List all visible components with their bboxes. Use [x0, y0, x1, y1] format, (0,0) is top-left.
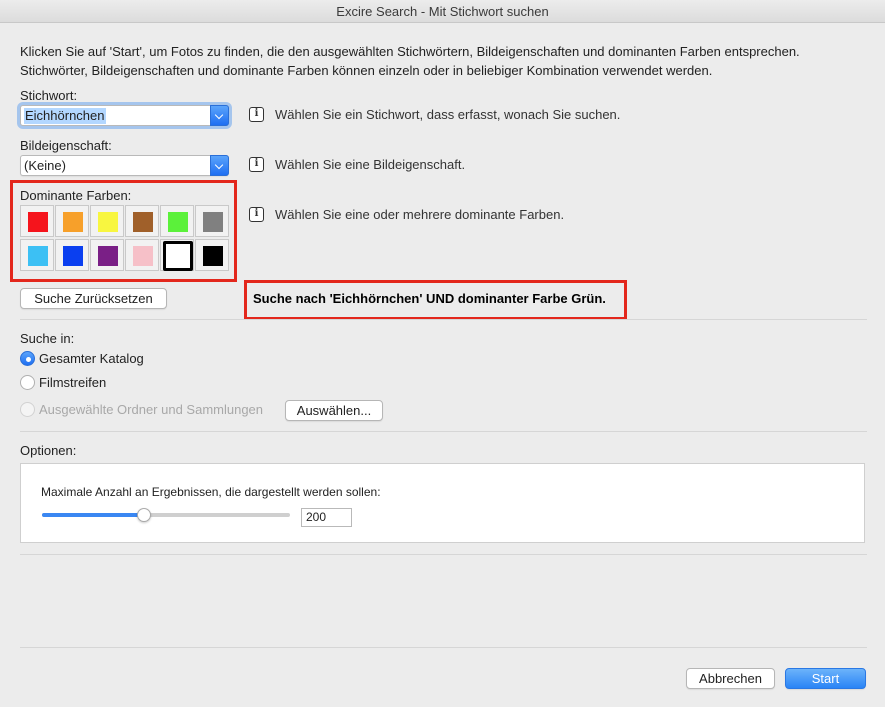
separator [20, 431, 867, 432]
property-value: (Keine) [24, 158, 66, 173]
info-icon: i [249, 107, 264, 122]
keyword-value: Eichhörnchen [24, 108, 106, 124]
color-swatch-grid [20, 205, 230, 271]
color-swatch[interactable] [90, 205, 124, 237]
radio-folders [20, 402, 35, 417]
radio-filmstrip[interactable] [20, 375, 35, 390]
separator [20, 319, 867, 320]
info-icon: i [249, 157, 264, 172]
keyword-hint: Wählen Sie ein Stichwort, dass erfasst, … [275, 107, 621, 122]
color-swatch[interactable] [160, 205, 194, 237]
radio-catalog[interactable] [20, 351, 35, 366]
swatch-color [28, 246, 48, 266]
color-swatch[interactable] [20, 205, 54, 237]
swatch-color [133, 212, 153, 232]
chevron-down-icon[interactable] [210, 105, 229, 126]
options-panel: Maximale Anzahl an Ergebnissen, die darg… [20, 463, 865, 543]
color-swatch[interactable] [125, 239, 159, 271]
swatch-color [133, 246, 153, 266]
property-label: Bildeigenschaft: [20, 138, 112, 153]
swatch-color [63, 246, 83, 266]
swatch-color [98, 212, 118, 232]
max-results-slider-fill [42, 513, 144, 517]
selected-swatch-ring [163, 241, 193, 271]
swatch-color [98, 246, 118, 266]
color-swatch[interactable] [90, 239, 124, 271]
search-status-text: Suche nach 'Eichhörnchen' UND dominanter… [253, 291, 606, 306]
color-swatch[interactable] [195, 205, 229, 237]
swatch-color [63, 212, 83, 232]
color-swatch[interactable] [55, 205, 89, 237]
radio-filmstrip-label[interactable]: Filmstreifen [39, 375, 106, 390]
max-results-field[interactable]: 200 [301, 508, 352, 527]
info-icon: i [249, 207, 264, 222]
property-combobox[interactable]: (Keine) [20, 155, 229, 176]
swatch-color [168, 212, 188, 232]
color-swatch[interactable] [55, 239, 89, 271]
keyword-label: Stichwort: [20, 88, 78, 103]
max-results-slider-handle[interactable] [136, 508, 151, 522]
intro-text: Klicken Sie auf 'Start', um Fotos zu fin… [20, 42, 870, 80]
intro-line-1: Klicken Sie auf 'Start', um Fotos zu fin… [20, 44, 800, 59]
color-swatch[interactable] [160, 239, 194, 271]
swatch-color [203, 212, 223, 232]
separator [20, 554, 867, 555]
swatch-color [203, 246, 223, 266]
swatch-color [169, 246, 187, 266]
colors-label: Dominante Farben: [20, 188, 132, 203]
intro-line-2: Stichwörter, Bildeigenschaften und domin… [20, 63, 713, 78]
color-swatch[interactable] [20, 239, 54, 271]
radio-folders-label: Ausgewählte Ordner und Sammlungen [39, 402, 264, 417]
keyword-combobox[interactable]: Eichhörnchen [20, 105, 229, 126]
color-swatch[interactable] [195, 239, 229, 271]
select-folders-button[interactable]: Auswählen... [285, 400, 383, 421]
color-swatch[interactable] [125, 205, 159, 237]
separator [20, 647, 867, 648]
options-label: Optionen: [20, 443, 77, 458]
window-title: Excire Search - Mit Stichwort suchen [0, 0, 885, 23]
max-results-label: Maximale Anzahl an Ergebnissen, die darg… [41, 485, 381, 499]
swatch-color [28, 212, 48, 232]
reset-search-button[interactable]: Suche Zurücksetzen [20, 288, 167, 309]
colors-hint: Wählen Sie eine oder mehrere dominante F… [275, 207, 565, 222]
start-button[interactable]: Start [785, 668, 866, 689]
cancel-button[interactable]: Abbrechen [686, 668, 775, 689]
property-hint: Wählen Sie eine Bildeigenschaft. [275, 157, 466, 172]
chevron-down-icon[interactable] [210, 155, 229, 176]
search-in-label: Suche in: [20, 331, 75, 346]
radio-catalog-label[interactable]: Gesamter Katalog [39, 351, 144, 366]
